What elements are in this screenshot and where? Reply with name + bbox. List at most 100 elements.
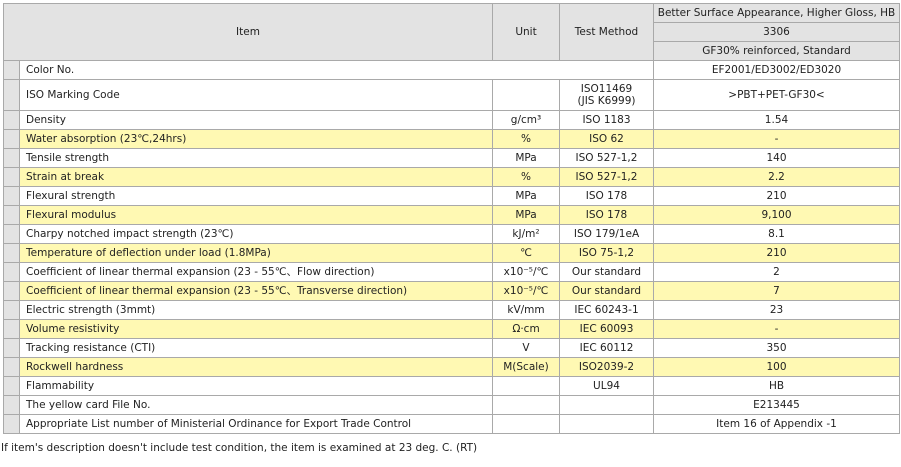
- row-indent: [3, 79, 20, 111]
- row-test-method: ISO 178: [559, 186, 654, 206]
- row-value: -: [653, 129, 900, 149]
- row-value: 2.2: [653, 167, 900, 187]
- properties-sheet: Item Unit Test Method Better Surface App…: [3, 3, 900, 434]
- row-unit: MPa: [492, 205, 560, 225]
- table-row: Coefficient of linear thermal expansion …: [3, 262, 900, 282]
- row-value: 140: [653, 148, 900, 168]
- row-indent: [3, 319, 20, 339]
- row-unit: %: [492, 167, 560, 187]
- row-item: Charpy notched impact strength (23℃): [19, 224, 493, 244]
- row-unit: [492, 376, 560, 396]
- table-row: Temperature of deflection under load (1.…: [3, 243, 900, 263]
- row-test-method: IEC 60112: [559, 338, 654, 358]
- row-test-method: ISO 1183: [559, 110, 654, 130]
- properties-table: Item Unit Test Method Better Surface App…: [3, 3, 900, 434]
- table-row: Electric strength (3mmt) kV/mm IEC 60243-1…: [3, 300, 900, 320]
- table-row: Water absorption (23℃,24hrs)% ISO 62-: [3, 129, 900, 149]
- row-indent: [3, 110, 20, 130]
- row-unit: [492, 395, 560, 415]
- row-value: 100: [653, 357, 900, 377]
- row-item: Electric strength (3mmt): [19, 300, 493, 320]
- row-test-method: ISO 527-1,2: [559, 167, 654, 187]
- table-row: Density g/cm³ ISO 1183 1.54: [3, 110, 900, 130]
- row-unit: Ω·cm: [492, 319, 560, 339]
- row-test-method: [559, 395, 654, 415]
- row-indent: [3, 167, 20, 187]
- row-value: >PBT+PET-GF30<: [653, 79, 900, 111]
- row-item: Volume resistivity: [19, 319, 493, 339]
- row-item: Appropriate List number of Ministerial O…: [19, 414, 493, 434]
- row-value: 9,100: [653, 205, 900, 225]
- row-item: Tracking resistance (CTI): [19, 338, 493, 358]
- row-test-method: ISO11469 (JIS K6999): [559, 79, 654, 111]
- row-item: Flammability: [19, 376, 493, 396]
- table-row: Flexural strength MPa ISO 178 210: [3, 186, 900, 206]
- row-value: 8.1: [653, 224, 900, 244]
- row-test-method-line2: (JIS K6999): [577, 94, 636, 107]
- row-unit: M(Scale): [492, 357, 560, 377]
- table-row: Tensile strength MPa ISO 527-1,2 140: [3, 148, 900, 168]
- header-grade-title: Better Surface Appearance, Higher Gloss,…: [653, 3, 900, 23]
- row-test-method: Our standard: [559, 281, 654, 301]
- row-indent: [3, 300, 20, 320]
- header-grade-desc: GF30% reinforced, Standard: [653, 41, 900, 61]
- row-item: Coefficient of linear thermal expansion …: [19, 281, 493, 301]
- row-indent: [3, 243, 20, 263]
- row-value: -: [653, 319, 900, 339]
- row-test-method: IEC 60243-1: [559, 300, 654, 320]
- table-row: Tracking resistance (CTI) V IEC 60112 350: [3, 338, 900, 358]
- row-value: 7: [653, 281, 900, 301]
- footnote: If item's description doesn't include te…: [1, 442, 478, 454]
- row-test-method: IEC 60093: [559, 319, 654, 339]
- row-indent: [3, 262, 20, 282]
- row-indent: [3, 414, 20, 434]
- row-item: Rockwell hardness: [19, 357, 493, 377]
- row-test-method: ISO 527-1,2: [559, 148, 654, 168]
- row-unit: kV/mm: [492, 300, 560, 320]
- row-unit: g/cm³: [492, 110, 560, 130]
- header-grade-code: 3306: [653, 22, 900, 42]
- row-indent: [3, 205, 20, 225]
- row-test-method: [559, 414, 654, 434]
- row-unit: MPa: [492, 148, 560, 168]
- header-item: Item: [3, 3, 493, 61]
- row-value: EF2001/ED3002/ED3020: [653, 60, 900, 80]
- row-unit: V: [492, 338, 560, 358]
- row-value: 210: [653, 186, 900, 206]
- table-row: Volume resistivity Ω·cm IEC 60093-: [3, 319, 900, 339]
- table-row: Charpy notched impact strength (23℃) kJ/m…: [3, 224, 900, 244]
- row-value: 1.54: [653, 110, 900, 130]
- table-row: Rockwell hardness M(Scale) ISO2039-2 100: [3, 357, 900, 377]
- row-value: 2: [653, 262, 900, 282]
- row-indent: [3, 338, 20, 358]
- row-indent: [3, 224, 20, 244]
- row-test-method: ISO 178: [559, 205, 654, 225]
- row-test-method: ISO 75-1,2: [559, 243, 654, 263]
- row-test-method: ISO 62: [559, 129, 654, 149]
- row-test-method: ISO2039-2: [559, 357, 654, 377]
- row-item: Density: [19, 110, 493, 130]
- row-indent: [3, 357, 20, 377]
- row-unit: MPa: [492, 186, 560, 206]
- row-item: Coefficient of linear thermal expansion …: [19, 262, 493, 282]
- row-unit: x10⁻⁵/℃: [492, 281, 560, 301]
- row-unit: [492, 79, 560, 111]
- row-item: Water absorption (23℃,24hrs): [19, 129, 493, 149]
- row-unit: %: [492, 129, 560, 149]
- table-row: Color No. EF2001/ED3002/ED3020: [3, 60, 900, 80]
- row-value: HB: [653, 376, 900, 396]
- row-unit: x10⁻⁵/℃: [492, 262, 560, 282]
- table-row: Strain at break% ISO 527-1,2 2.2: [3, 167, 900, 187]
- row-item: Flexural strength: [19, 186, 493, 206]
- row-test-method: Our standard: [559, 262, 654, 282]
- row-indent: [3, 376, 20, 396]
- row-unit: [492, 414, 560, 434]
- row-value: E213445: [653, 395, 900, 415]
- row-value: Item 16 of Appendix -1: [653, 414, 900, 434]
- header-unit: Unit: [492, 3, 560, 61]
- row-indent: [3, 395, 20, 415]
- row-indent: [3, 186, 20, 206]
- table-row: ISO Marking Code ISO11469 (JIS K6999) >PBT+…: [3, 79, 900, 111]
- row-item: Strain at break: [19, 167, 493, 187]
- row-test-method-line1: ISO11469: [580, 82, 633, 95]
